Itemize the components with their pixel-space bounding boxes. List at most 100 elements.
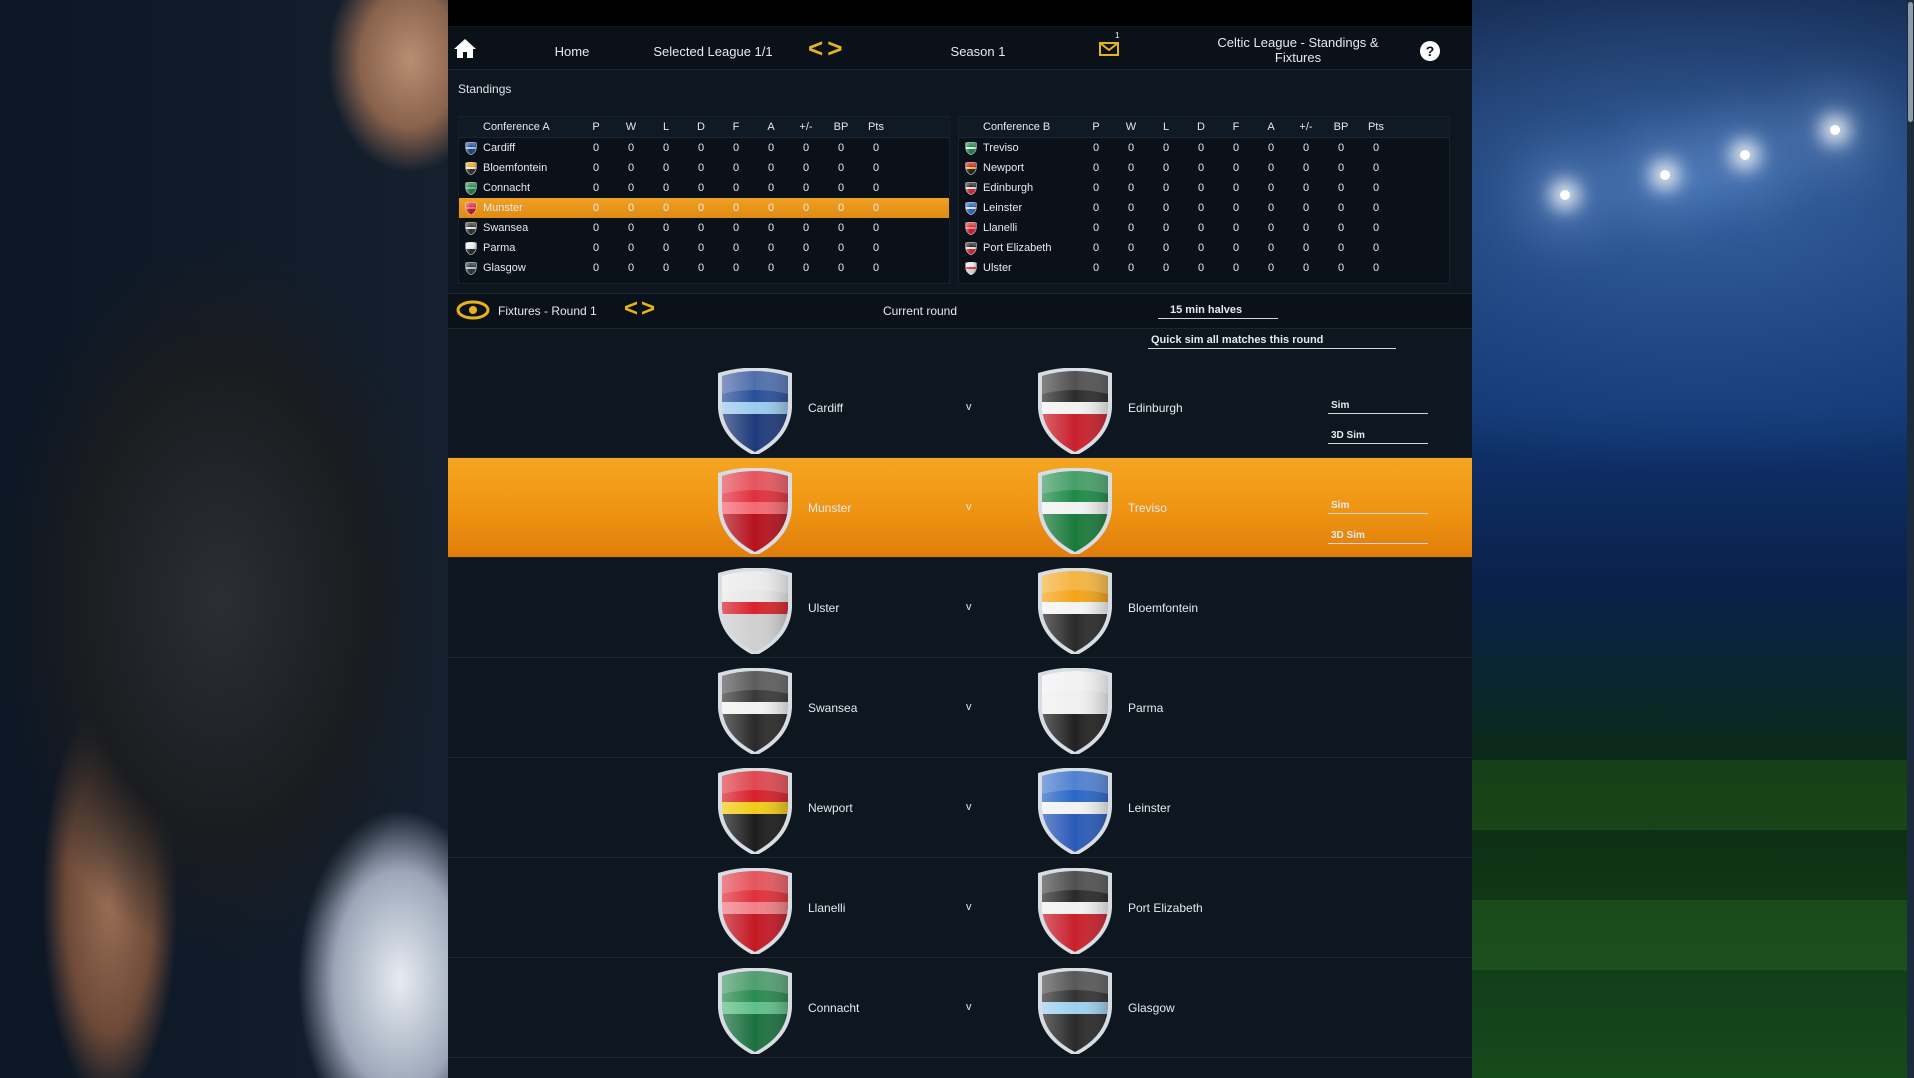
stat-value: 0	[1267, 262, 1275, 274]
standings-row[interactable]: Parma 0 0 0 0 0 0 0 0 0	[459, 238, 949, 258]
stat-value: 0	[1372, 202, 1380, 214]
stat-value: 0	[767, 202, 775, 214]
help-icon[interactable]: ?	[1420, 41, 1440, 61]
column-header[interactable]: F	[724, 117, 748, 137]
prev-round-icon[interactable]: <	[624, 295, 641, 322]
stat-value: 0	[662, 222, 670, 234]
home-icon[interactable]	[452, 36, 478, 60]
match-length-select[interactable]: 15 min halves	[1158, 304, 1278, 319]
standings-row[interactable]: Swansea 0 0 0 0 0 0 0 0 0	[459, 218, 949, 238]
page-title-line-1: Celtic League - Standings &	[1217, 35, 1379, 50]
standings-row[interactable]: Leinster 0 0 0 0 0 0 0 0 0	[959, 198, 1449, 218]
standings-row[interactable]: Connacht 0 0 0 0 0 0 0 0 0	[459, 178, 949, 198]
stat-value: 0	[802, 182, 810, 194]
3d-sim-button[interactable]: 3D Sim	[1328, 430, 1428, 444]
stat-value: 0	[1127, 242, 1135, 254]
quick-sim-all-button[interactable]: Quick sim all matches this round	[1148, 334, 1396, 349]
stat-value: 0	[1162, 142, 1170, 154]
column-header[interactable]: A	[1259, 117, 1283, 137]
sim-button[interactable]: Sim	[1328, 400, 1428, 414]
home-link[interactable]: Home	[522, 44, 622, 59]
stat-value: 0	[662, 242, 670, 254]
standings-row[interactable]: Newport 0 0 0 0 0 0 0 0 0	[959, 158, 1449, 178]
standings-row[interactable]: Edinburgh 0 0 0 0 0 0 0 0 0	[959, 178, 1449, 198]
away-team-name: Treviso	[1128, 501, 1167, 515]
standings-row[interactable]: Llanelli 0 0 0 0 0 0 0 0 0	[959, 218, 1449, 238]
fixture-row[interactable]: Connacht v Glasgow	[448, 958, 1472, 1058]
column-header[interactable]: +/-	[794, 117, 818, 137]
stat-value: 0	[837, 182, 845, 194]
column-header[interactable]: F	[1224, 117, 1248, 137]
standings-row[interactable]: Treviso 0 0 0 0 0 0 0 0 0	[959, 138, 1449, 158]
floodlight	[1660, 170, 1670, 180]
standings-row[interactable]: Munster 0 0 0 0 0 0 0 0 0	[459, 198, 949, 218]
team-name: Edinburgh	[983, 182, 1034, 194]
stat-value: 0	[1162, 242, 1170, 254]
stat-value: 0	[1302, 242, 1310, 254]
column-header[interactable]: A	[759, 117, 783, 137]
stat-value: 0	[1372, 262, 1380, 274]
column-header[interactable]: BP	[829, 117, 853, 137]
stat-value: 0	[837, 262, 845, 274]
next-league-icon[interactable]: >	[827, 33, 846, 63]
column-header[interactable]: W	[1119, 117, 1143, 137]
stat-value: 0	[837, 242, 845, 254]
away-team-shield-icon	[1038, 568, 1112, 654]
column-header[interactable]: +/-	[1294, 117, 1318, 137]
stat-value: 0	[662, 202, 670, 214]
scrollbar-thumb[interactable]	[1908, 2, 1913, 122]
column-header[interactable]: P	[1084, 117, 1108, 137]
stat-value: 0	[1267, 182, 1275, 194]
column-header[interactable]: Pts	[1364, 117, 1388, 137]
column-header[interactable]: L	[1154, 117, 1178, 137]
3d-sim-button[interactable]: 3D Sim	[1328, 530, 1428, 544]
standings-row[interactable]: Port Elizabeth 0 0 0 0 0 0 0 0 0	[959, 238, 1449, 258]
fixture-row[interactable]: Munster v Treviso Sim 3D Sim	[448, 458, 1472, 558]
column-header[interactable]: D	[689, 117, 713, 137]
mail-icon[interactable]	[1099, 41, 1121, 57]
season-label: Season 1	[950, 44, 1006, 59]
home-team-name: Newport	[808, 801, 853, 815]
stat-value: 0	[662, 162, 670, 174]
stat-value: 0	[592, 262, 600, 274]
fixture-row[interactable]: Cardiff v Edinburgh Sim 3D Sim	[448, 358, 1472, 458]
team-crest-icon	[465, 162, 477, 175]
stat-value: 0	[697, 242, 705, 254]
away-team-name: Edinburgh	[1128, 401, 1183, 415]
stat-value: 0	[732, 222, 740, 234]
round-arrows: <>	[624, 296, 658, 322]
fixtures-round-label: Fixtures - Round 1	[498, 304, 597, 318]
fixture-row[interactable]: Swansea v Parma	[448, 658, 1472, 758]
stat-value: 0	[1092, 182, 1100, 194]
fixture-row[interactable]: Newport v Leinster	[448, 758, 1472, 858]
stat-value: 0	[1197, 182, 1205, 194]
column-header[interactable]: W	[619, 117, 643, 137]
away-team-name: Bloemfontein	[1128, 601, 1199, 615]
column-header[interactable]: Pts	[864, 117, 888, 137]
standings-row[interactable]: Cardiff 0 0 0 0 0 0 0 0 0	[459, 138, 949, 158]
column-header[interactable]: L	[654, 117, 678, 137]
team-crest-icon	[465, 242, 477, 255]
prev-league-icon[interactable]: <	[808, 33, 827, 63]
stat-value: 0	[1092, 142, 1100, 154]
page-scrollbar[interactable]	[1907, 0, 1914, 1078]
stat-value: 0	[872, 262, 880, 274]
team-name: Munster	[483, 202, 523, 214]
floodlight	[1560, 190, 1570, 200]
eye-icon[interactable]	[456, 300, 490, 320]
current-round-label[interactable]: Current round	[860, 304, 980, 318]
column-header[interactable]: D	[1189, 117, 1213, 137]
column-header[interactable]: P	[584, 117, 608, 137]
standings-row[interactable]: Bloemfontein 0 0 0 0 0 0 0 0 0	[459, 158, 949, 178]
fixture-row[interactable]: Ulster v Bloemfontein	[448, 558, 1472, 658]
standings-row[interactable]: Glasgow 0 0 0 0 0 0 0 0 0	[459, 258, 949, 278]
fixture-row[interactable]: Llanelli v Port Elizabeth	[448, 858, 1472, 958]
stat-value: 0	[837, 222, 845, 234]
sim-button[interactable]: Sim	[1328, 500, 1428, 514]
column-header[interactable]: BP	[1329, 117, 1353, 137]
stat-value: 0	[1267, 242, 1275, 254]
stat-value: 0	[1197, 262, 1205, 274]
standings-row[interactable]: Ulster 0 0 0 0 0 0 0 0 0	[959, 258, 1449, 278]
next-round-icon[interactable]: >	[641, 295, 658, 322]
home-team-shield-icon	[718, 468, 792, 554]
